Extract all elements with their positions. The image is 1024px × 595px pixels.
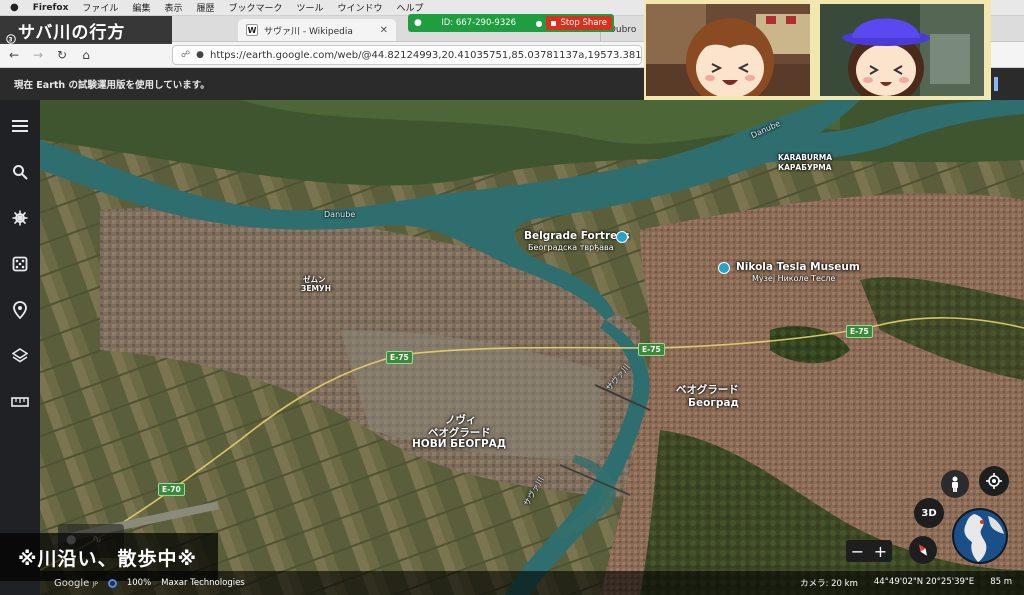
character-avatar-purple-hat <box>820 4 984 96</box>
map-label-karaburma-latin: KARABURMA <box>778 153 833 162</box>
map-label-beograd-japanese: ベオグラード <box>676 384 739 396</box>
museum-poi-icon[interactable] <box>718 262 730 274</box>
feeling-lucky-dice-icon[interactable] <box>8 252 32 276</box>
highway-shield-e70: E-70 <box>158 483 185 496</box>
globe-overview-icon[interactable] <box>952 508 1008 564</box>
menu-view[interactable]: 表示 <box>164 1 182 14</box>
museum-poi-icon[interactable] <box>616 231 628 243</box>
menu-edit[interactable]: 編集 <box>132 1 150 14</box>
tracking-shield-icon[interactable]: ☍ <box>181 50 190 60</box>
stop-square-icon <box>551 20 557 26</box>
close-icon[interactable]: ✕ <box>380 25 388 36</box>
drag-handle-icon[interactable]: ● <box>414 18 422 28</box>
url-bar[interactable]: ☍ ● https://earth.google.com/web/@44.821… <box>172 45 642 65</box>
overlay-title-text: サバ川の行方 <box>18 22 126 43</box>
map-label-danube-west: Danube <box>324 210 356 219</box>
menu-app-name[interactable]: Firefox <box>33 3 69 13</box>
lock-icon: ● <box>535 18 543 28</box>
circled-number-icon: 3 <box>6 34 16 44</box>
menu-icon[interactable] <box>8 114 32 138</box>
my-location-icon[interactable] <box>979 466 1009 496</box>
tab-wikipedia[interactable]: W サヴァ川 - Wikipedia ✕ <box>238 19 396 41</box>
map-label-zemun-cyrillic: ЗЕМУН <box>301 284 331 293</box>
earth-map[interactable]: Danube Danube KARABURMA КАРАБУРМА Belgra… <box>40 100 1024 595</box>
stop-share-button[interactable]: Stop Share <box>546 16 612 30</box>
screen: Danube Danube KARABURMA КАРАБУРМА Belgra… <box>0 0 1024 595</box>
zoom-circle-icon <box>107 578 117 588</box>
map-label-nikola-tesla-museum-cyrillic: Музеј Николе Тесле <box>752 274 836 283</box>
zoom-controls: − + <box>846 540 892 562</box>
notice-text: 現在 Earth の試験運用版を使用しています。 <box>14 80 210 91</box>
satellite-imagery <box>40 100 1024 595</box>
map-label-belgrade-fortress[interactable]: Belgrade Fortress <box>524 230 630 242</box>
render-percent: 100% <box>126 578 152 588</box>
menu-file[interactable]: ファイル <box>82 1 118 14</box>
zoom-out-button[interactable]: − <box>851 542 864 561</box>
ground-elevation: 85 m <box>990 577 1012 587</box>
video-feeds-panel <box>644 0 991 100</box>
map-style-layers-icon[interactable] <box>8 344 32 368</box>
overlay-caption-text: ※川沿い、散歩中※ <box>18 547 197 570</box>
map-label-novi-beograd-cyrillic: НОВИ БЕОГРАД <box>412 438 507 450</box>
share-id: ID: 667-290-9326 <box>441 18 517 28</box>
video-feed-left <box>644 2 812 98</box>
compass-icon[interactable] <box>909 536 937 564</box>
forward-arrow-icon[interactable]: → <box>28 45 48 65</box>
measure-ruler-icon[interactable] <box>8 390 32 414</box>
menu-tools[interactable]: ツール <box>297 1 324 14</box>
video-title-overlay: 3 サバ川の行方 <box>0 16 172 44</box>
map-label-belgrade-fortress-cyrillic: Београдска тврђава <box>528 243 614 252</box>
apple-icon[interactable]: ● <box>10 2 19 13</box>
menu-help[interactable]: ヘルプ <box>397 1 424 14</box>
wikipedia-icon: W <box>246 24 258 36</box>
zoom-in-button[interactable]: + <box>874 542 887 561</box>
account-indicator[interactable] <box>994 77 998 91</box>
projects-pin-icon[interactable] <box>8 298 32 322</box>
voyager-helm-icon[interactable] <box>8 206 32 230</box>
stop-share-label: Stop Share <box>560 18 607 28</box>
back-arrow-icon[interactable]: ← <box>4 45 24 65</box>
imagery-credit[interactable]: Maxar Technologies <box>161 578 245 588</box>
tab-label: サヴァ川 - Wikipedia <box>264 26 353 37</box>
highway-shield-e75-center: E-75 <box>638 343 665 356</box>
map-label-karaburma-cyrillic: КАРАБУРМА <box>778 163 832 172</box>
google-logo: Google JP <box>54 578 98 589</box>
street-view-pegman-icon[interactable] <box>941 470 969 498</box>
coordinates-readout: 44°49'02"N 20°25'39"E <box>873 577 975 587</box>
map-label-nikola-tesla-museum[interactable]: Nikola Tesla Museum <box>736 261 860 273</box>
url-text: https://earth.google.com/web/@44.8212499… <box>209 49 642 61</box>
toggle-3d-button[interactable]: 3D <box>914 498 944 528</box>
menu-bookmarks[interactable]: ブックマーク <box>228 1 282 14</box>
map-status-bar: Google JP 100% Maxar Technologies カメラ: 2… <box>40 571 1024 595</box>
earth-sidebar <box>0 100 40 595</box>
google-logo-region: JP <box>92 580 98 588</box>
camera-altitude: カメラ: 20 km <box>800 579 858 589</box>
lock-icon[interactable]: ● <box>196 50 204 60</box>
menu-history[interactable]: 履歴 <box>196 1 214 14</box>
home-icon[interactable]: ⌂ <box>76 45 96 65</box>
map-label-beograd-cyrillic: Београд <box>688 397 739 409</box>
character-avatar-brown-hair <box>646 4 810 96</box>
svg-text:3: 3 <box>8 36 13 43</box>
reload-icon[interactable]: ↻ <box>52 45 72 65</box>
search-icon[interactable] <box>8 160 32 184</box>
highway-shield-e75-west: E-75 <box>386 351 413 364</box>
highway-shield-e75-east: E-75 <box>846 325 873 338</box>
video-feed-right <box>818 2 986 98</box>
menu-window[interactable]: ウインドウ <box>338 1 383 14</box>
screen-share-bar: ● ID: 667-290-9326 ● Stop Share <box>408 14 614 32</box>
google-logo-text: Google <box>54 577 90 589</box>
